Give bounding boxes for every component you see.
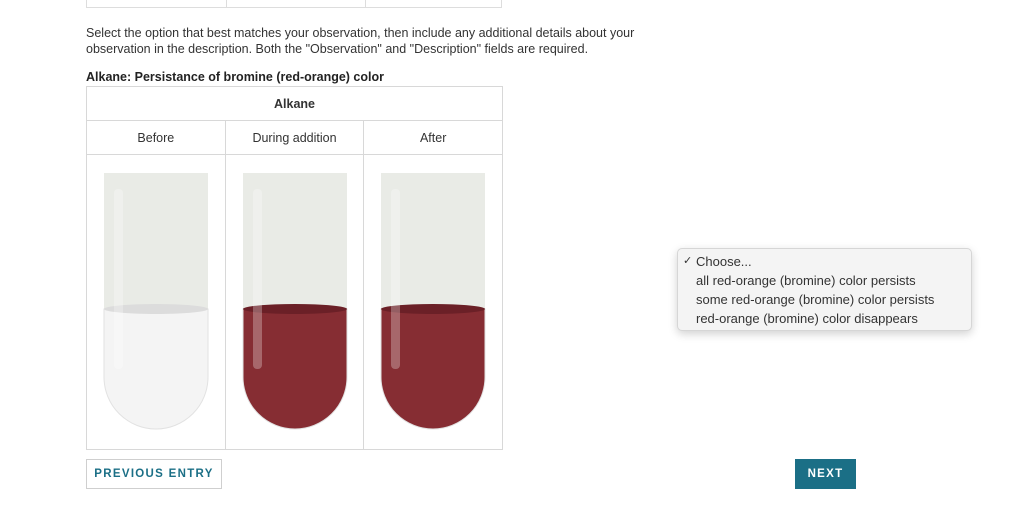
previous-table-bottom [86,0,502,8]
tube-row [87,155,502,449]
column-header-row: Before During addition After [87,121,502,155]
tube-highlight [114,189,123,369]
dropdown-option-some-persists[interactable]: some red-orange (bromine) color persists [678,290,971,309]
test-tube-before [103,173,209,430]
dropdown-option-choose[interactable]: ✓ Choose... [678,252,971,271]
tube-highlight [391,189,401,369]
column-divider [365,0,366,7]
column-divider [226,0,227,7]
column-after: After [363,121,502,154]
tube-cell-before [87,155,225,449]
observation-dropdown-menu[interactable]: ✓ Choose... all red-orange (bromine) col… [677,248,972,331]
dropdown-option-label: Choose... [696,254,752,269]
tube-highlight [252,189,262,369]
observation-table: Alkane Before During addition After [86,86,503,450]
test-tube-during [242,173,348,430]
table-title: Alkane: Persistance of bromine (red-oran… [86,70,384,84]
instructions-text: Select the option that best matches your… [86,26,635,56]
checkmark-icon: ✓ [683,255,693,267]
next-button[interactable]: NEXT [795,459,856,489]
dropdown-option-disappears[interactable]: red-orange (bromine) color disappears [678,309,971,328]
test-tube-after [380,173,486,430]
column-before: Before [137,130,175,145]
tube-cell-after [363,155,502,449]
column-during-addition: During addition [224,121,364,154]
dropdown-option-all-persists[interactable]: all red-orange (bromine) color persists [678,271,971,290]
previous-entry-button[interactable]: PREVIOUS ENTRY [86,459,222,489]
table-header: Alkane [87,87,502,121]
tube-cell-during [224,155,364,449]
